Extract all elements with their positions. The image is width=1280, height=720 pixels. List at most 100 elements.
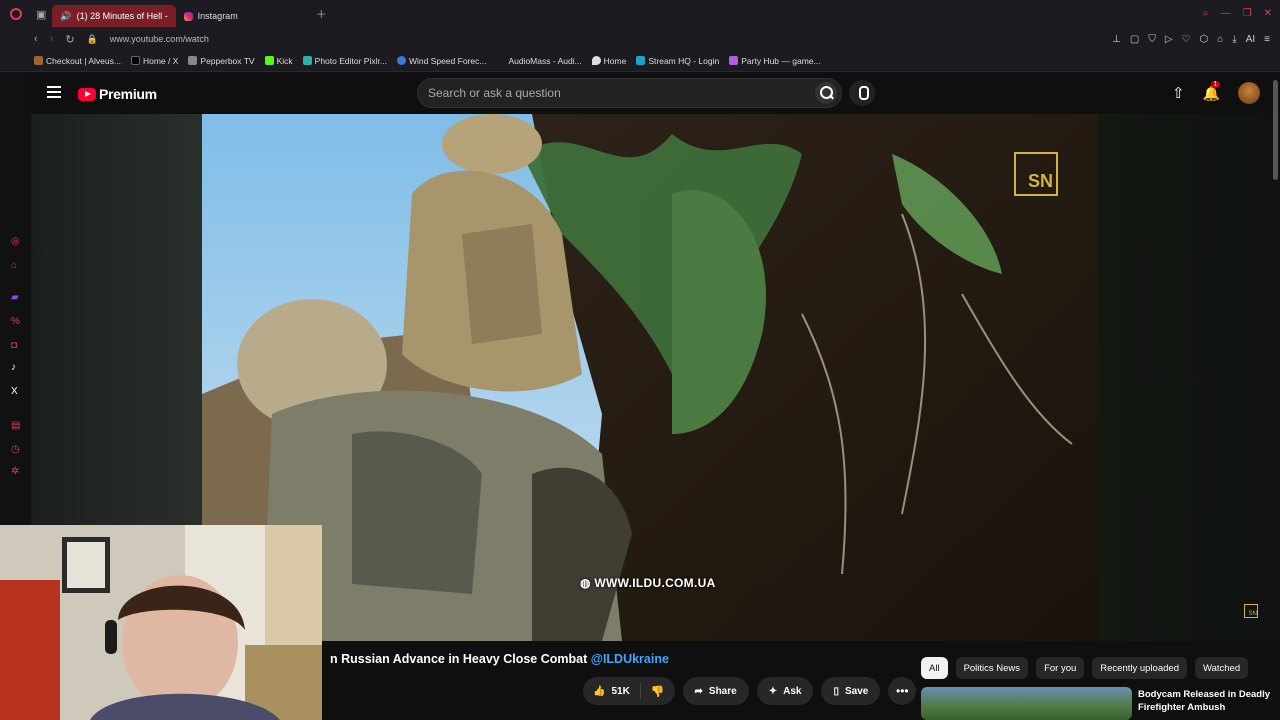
twitch-icon[interactable]: ▰ <box>11 292 19 303</box>
snapshot-icon[interactable]: ▢ <box>1130 34 1139 45</box>
channel-logo-watermark: SN <box>1014 152 1058 196</box>
bookmark-item[interactable]: Party Hub — game... <box>729 56 821 66</box>
instagram-icon <box>183 11 193 21</box>
bookmark-favicon-icon <box>34 56 43 65</box>
location-pin-icon <box>591 56 601 65</box>
url-field[interactable]: www.youtube.com/watch <box>110 34 209 44</box>
flow-icon[interactable]: ▷ <box>1165 34 1173 45</box>
chip-watched[interactable]: Watched <box>1194 657 1249 679</box>
tab-instagram[interactable]: Instagram <box>176 5 246 27</box>
sparkle-icon: ✦ <box>768 685 778 697</box>
share-button[interactable]: ➦ Share <box>682 677 749 705</box>
chip-for-you[interactable]: For you <box>1036 657 1085 679</box>
youtube-play-icon <box>78 87 96 101</box>
webcam-overlay <box>0 525 322 720</box>
bookmark-item[interactable]: Photo Editor Pixlr... <box>302 56 387 66</box>
search-input[interactable] <box>428 79 788 107</box>
avatar[interactable] <box>1238 82 1260 104</box>
chip-politics-news[interactable]: Politics News <box>955 657 1029 679</box>
bookmark-favicon-icon <box>188 56 198 65</box>
bookmark-item[interactable]: Wind Speed Forec... <box>396 56 486 66</box>
opera-logo-icon[interactable] <box>10 8 22 20</box>
download-icon[interactable]: ⤓ <box>1232 34 1236 45</box>
x-icon[interactable]: X <box>11 386 18 397</box>
chip-all[interactable]: All <box>921 657 948 679</box>
globe-icon <box>396 56 406 65</box>
window-controls: ⌕ — ❐ ✕ <box>1203 8 1272 19</box>
streamhq-logo-icon <box>636 56 646 65</box>
dislike-button[interactable]: 👎 <box>641 685 675 698</box>
more-dots-icon: ••• <box>896 684 909 698</box>
instagram-icon[interactable]: ◘ <box>11 340 17 351</box>
heart-icon[interactable]: ♡ <box>1182 34 1191 45</box>
forward-icon[interactable]: › <box>50 33 54 45</box>
bookmark-item[interactable]: Home <box>591 56 626 66</box>
speaker-icon: 🔊 <box>60 10 72 21</box>
thumbs-up-icon: 👍 <box>593 685 606 697</box>
restore-button[interactable]: ❐ <box>1243 8 1252 19</box>
toolbar-icons: ⊥ ▢ ⛉ ▷ ♡ ⬡ ⌂ ⤓ AI ≡ <box>1112 34 1270 45</box>
extensions-icon[interactable]: ⬡ <box>1200 34 1209 45</box>
like-button[interactable]: 👍 51K <box>583 683 641 699</box>
bookmark-item[interactable]: Kick <box>264 56 293 66</box>
bookmark-item[interactable]: Home / X <box>130 56 178 66</box>
search-tabs-icon[interactable]: ⌕ <box>1203 8 1209 19</box>
tiktok-icon[interactable]: ♪ <box>11 362 16 373</box>
minimize-button[interactable]: — <box>1221 8 1231 19</box>
bookmark-item[interactable]: Pepperbox TV <box>188 56 255 66</box>
close-button[interactable]: ✕ <box>1264 8 1272 19</box>
tab-label: (1) 28 Minutes of Hell - <box>76 11 168 21</box>
crypto-wallet-icon[interactable]: ⌂ <box>11 260 17 271</box>
wallet-icon[interactable]: ⌂ <box>1217 34 1223 45</box>
channel-branding-icon[interactable]: SN <box>1244 604 1258 618</box>
ai-button[interactable]: AI <box>1246 34 1255 45</box>
bookmark-item[interactable]: Stream HQ - Login <box>636 56 719 66</box>
youtube-header: Premium ⇧ 🔔1 <box>31 72 1280 114</box>
pixlr-logo-icon <box>302 56 312 65</box>
upload-icon[interactable]: ⇧ <box>1172 84 1185 102</box>
back-icon[interactable]: ‹ <box>34 33 38 45</box>
logo-text: Premium <box>99 86 157 102</box>
video-url-watermark: ◍ WWW.ILDU.COM.UA <box>580 576 716 590</box>
page-scrollbar[interactable] <box>1273 80 1278 180</box>
recommendation-item[interactable]: Bodycam Released in Deadly Firefighter A… <box>921 687 1280 720</box>
chip-recently-uploaded[interactable]: Recently uploaded <box>1092 657 1187 679</box>
reload-icon[interactable]: ↻ <box>65 33 74 46</box>
player-icon[interactable]: ▤ <box>11 420 20 431</box>
tab-youtube[interactable]: 🔊 (1) 28 Minutes of Hell - <box>52 5 176 27</box>
percent-icon[interactable]: % <box>11 316 20 327</box>
thumbs-down-icon: 👎 <box>650 685 665 698</box>
notifications-bell-icon[interactable]: 🔔 1 <box>1203 80 1221 102</box>
aria-icon[interactable]: ◎ <box>11 236 20 247</box>
recommendation-thumbnail[interactable] <box>921 687 1132 720</box>
adblock-icon[interactable]: ⛉ <box>1148 34 1156 45</box>
tab-overview-icon[interactable]: ▣ <box>36 8 46 21</box>
youtube-logo[interactable]: Premium <box>78 86 157 102</box>
pin-icon[interactable]: ⊥ <box>1112 34 1121 45</box>
bookmark-item[interactable]: Checkout | Alveus... <box>34 56 121 66</box>
tab-label: Instagram <box>197 11 238 21</box>
menu-icon[interactable]: ≡ <box>1264 34 1270 45</box>
ask-button[interactable]: ✦ Ask <box>756 677 814 705</box>
microphone-icon[interactable] <box>849 80 875 106</box>
hamburger-menu-icon[interactable] <box>47 86 61 98</box>
video-actions: 👍 51K 👎 ➦ Share ✦ Ask ▯ Save ••• <box>583 677 917 705</box>
recommendation-title[interactable]: Bodycam Released in Deadly Firefighter A… <box>1138 688 1273 714</box>
bookmark-favicon-icon <box>496 56 506 65</box>
history-icon[interactable]: ◷ <box>11 444 20 455</box>
bookmark-item[interactable]: AudioMass - Audi... <box>496 56 582 66</box>
more-actions-button[interactable]: ••• <box>888 677 917 705</box>
like-dislike-group: 👍 51K 👎 <box>583 677 675 705</box>
lock-icon: 🔒 <box>86 33 98 44</box>
partyhub-logo-icon <box>729 56 739 65</box>
channel-hashtag-link[interactable]: @ILDUkraine <box>591 652 669 666</box>
new-tab-button[interactable]: ＋ <box>316 6 327 22</box>
recommendation-filter-chips: All Politics News For you Recently uploa… <box>921 657 1249 679</box>
settings-gear-icon[interactable]: ✲ <box>11 466 19 477</box>
save-button[interactable]: ▯ Save <box>821 677 881 705</box>
search-icon[interactable] <box>815 82 837 104</box>
webcam-feed <box>0 525 322 720</box>
notification-badge: 1 <box>1210 80 1221 88</box>
browser-tab-strip: ▣ 🔊 (1) 28 Minutes of Hell - Instagram ＋… <box>0 0 1280 28</box>
video-frame[interactable]: SN ◍ WWW.ILDU.COM.UA <box>202 114 1098 641</box>
